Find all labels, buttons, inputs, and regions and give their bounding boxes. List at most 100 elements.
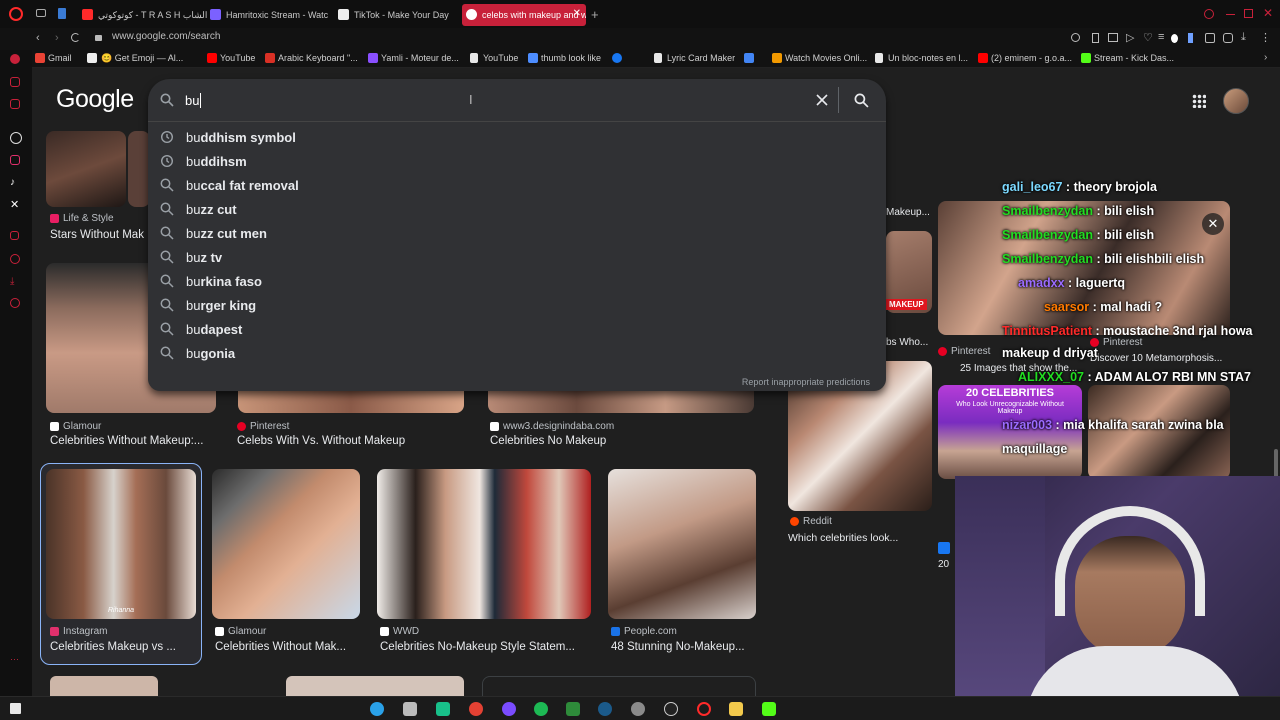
image-caption[interactable]: Celebrities No-Makeup Style Statem... (380, 641, 592, 653)
search-input[interactable]: bu (185, 93, 201, 108)
send-icon[interactable]: ▷ (1126, 31, 1134, 44)
image-caption[interactable]: 48 Stunning No-Makeup... (611, 641, 755, 653)
image-source[interactable]: Life & Style (50, 213, 114, 224)
bookmark-item[interactable]: YouTube (470, 53, 518, 63)
taskbar-obs-icon[interactable] (664, 702, 678, 716)
image-source[interactable]: www3.designindaba.com (490, 421, 614, 432)
image-source[interactable]: Instagram (50, 626, 107, 637)
taskbar-edge-icon[interactable] (370, 702, 384, 716)
bookmark-item[interactable]: 😊 Get Emoji — Al... (87, 53, 183, 64)
image-caption[interactable]: Celebrities Without Mak... (215, 641, 361, 653)
image-result[interactable] (46, 131, 126, 207)
taskbar-chrome-icon[interactable] (469, 702, 483, 716)
taskbar-app-icon[interactable] (403, 702, 417, 716)
bookmark-item[interactable]: Stream - Kick Das... (1081, 53, 1174, 63)
heart-icon[interactable]: ♡ (1143, 31, 1153, 44)
more-icon[interactable]: ⋮ (1260, 31, 1271, 44)
image-source[interactable]: Glamour (215, 626, 266, 637)
tab-0[interactable]: كوتوكوتي - T R A S H الشاب (78, 4, 208, 26)
image-caption[interactable]: bs Who... (886, 337, 932, 348)
tab-2[interactable]: TikTok - Make Your Day (334, 4, 454, 26)
image-caption[interactable]: Stars Without Mak (50, 229, 154, 241)
taskbar-spotify-icon[interactable] (534, 702, 548, 716)
maximize-icon[interactable] (1244, 9, 1253, 18)
snapshot-icon[interactable] (1108, 33, 1118, 42)
image-source[interactable]: Glamour (50, 421, 101, 432)
suggestion-item[interactable]: burkina faso (148, 269, 886, 293)
extensions-icon[interactable] (1205, 33, 1215, 43)
wallet-icon[interactable] (1188, 33, 1193, 43)
bookmark-item[interactable]: Yamli - Moteur de... (368, 53, 459, 63)
suggestion-item[interactable]: buddhism symbol (148, 125, 886, 149)
image-result[interactable] (50, 676, 158, 696)
back-icon[interactable]: ‹ (36, 32, 40, 44)
bookmark-item[interactable]: (2) eminem - g.o.a... (978, 53, 1072, 63)
image-source[interactable]: Pinterest (938, 346, 990, 357)
taskbar-discord-icon[interactable] (502, 702, 516, 716)
image-result[interactable] (286, 676, 464, 696)
search-button[interactable] (854, 93, 869, 108)
taskbar-app-icon[interactable] (436, 702, 450, 716)
sidebar-item-x[interactable]: ✕ (10, 198, 22, 211)
image-result[interactable] (46, 469, 196, 619)
taskbar-steam-icon[interactable] (598, 702, 612, 716)
forward-icon[interactable]: › (55, 32, 59, 44)
lock-icon[interactable] (95, 35, 102, 41)
bookmark-icon[interactable] (1092, 33, 1099, 43)
sidebar-item-chatgpt[interactable] (10, 132, 22, 144)
taskbar-kick-icon[interactable] (762, 702, 776, 716)
bookmark-item[interactable]: thumb look like (528, 53, 601, 63)
tab-active[interactable]: celebs with makeup and w ✕ (462, 4, 586, 26)
image-source[interactable]: WWD (380, 626, 419, 637)
bookmark-item[interactable]: Arabic Keyboard "... (265, 53, 358, 63)
menu-icon[interactable]: ≡ (1158, 31, 1164, 43)
bookmarks-overflow-icon[interactable]: › (1264, 52, 1267, 63)
bookmark-item[interactable]: Lyric Card Maker (654, 53, 735, 63)
close-icon[interactable]: ✕ (1202, 213, 1224, 235)
result-card[interactable] (482, 676, 756, 696)
sidebar-item-messenger[interactable] (10, 54, 20, 64)
image-source[interactable]: Pinterest (237, 421, 289, 432)
google-logo[interactable]: Google (56, 85, 134, 114)
sidebar-item-youtube[interactable] (10, 77, 20, 87)
sidebar-item-more[interactable]: ··· (10, 654, 22, 666)
bookmark-item[interactable]: Gmail (35, 53, 72, 63)
reload-icon[interactable] (71, 33, 80, 42)
image-caption[interactable]: Celebs With Vs. Without Makeup (237, 435, 463, 447)
image-caption[interactable]: Celebrities No Makeup (490, 435, 720, 447)
sidebar-item-notifications[interactable] (10, 231, 19, 240)
opera-menu-icon[interactable] (9, 7, 23, 21)
taskbar-opera-icon[interactable] (697, 702, 711, 716)
suggestion-item[interactable]: buddihsm (148, 149, 886, 173)
image-result[interactable] (608, 469, 756, 619)
sidebar-item-settings[interactable] (10, 298, 20, 308)
download-icon[interactable]: ⤓ (1241, 31, 1246, 44)
image-caption[interactable]: Celebrities Makeup vs ... (50, 641, 190, 653)
extension-icon[interactable] (1171, 34, 1178, 43)
suggestion-item[interactable]: buz tv (148, 245, 886, 269)
facebook-icon[interactable] (938, 542, 950, 554)
taskbar-terminal-icon[interactable] (566, 702, 580, 716)
avatar[interactable] (1223, 88, 1249, 114)
image-result[interactable] (128, 131, 150, 207)
image-source[interactable]: People.com (611, 626, 677, 637)
image-source[interactable]: Reddit (790, 516, 832, 527)
image-caption[interactable]: Makeup... (886, 207, 932, 218)
image-result[interactable] (212, 469, 360, 619)
image-result[interactable] (377, 469, 591, 619)
sidebar-item-history[interactable] (10, 254, 20, 264)
sidebar-item-instagram[interactable] (10, 155, 20, 165)
taskbar-explorer-icon[interactable] (729, 702, 743, 716)
minimize-icon[interactable] (1226, 14, 1235, 15)
bookmark-item[interactable]: Un bloc-notes en l... (875, 53, 968, 63)
new-tab-button[interactable]: + (591, 7, 599, 22)
sidebar-item-tiktok[interactable]: ♪ (10, 177, 22, 189)
bookmark-item[interactable]: Watch Movies Onli... (772, 53, 867, 63)
suggestion-item[interactable]: bugonia (148, 341, 886, 365)
report-predictions-link[interactable]: Report inappropriate predictions (742, 377, 870, 387)
bookmark-item[interactable]: YouTube (207, 53, 255, 63)
sidebar-item-downloads[interactable]: ⤓ (10, 276, 22, 288)
scrollbar[interactable] (1274, 449, 1278, 479)
zoom-icon[interactable] (1071, 33, 1080, 42)
search-tabs-icon[interactable] (1204, 9, 1214, 19)
